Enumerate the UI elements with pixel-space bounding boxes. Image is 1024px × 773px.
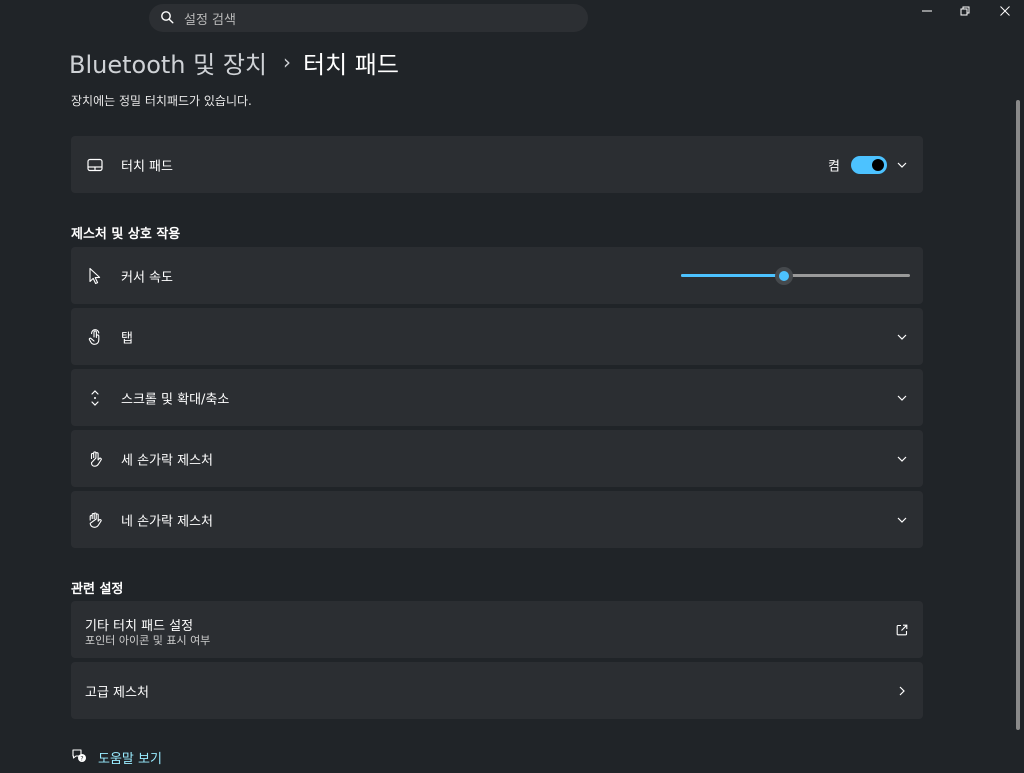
chevron-down-icon[interactable] <box>895 391 909 405</box>
four-finger-card[interactable]: 네 손가락 제스처 <box>71 491 923 548</box>
breadcrumb-parent-link[interactable]: Bluetooth 및 장치 <box>69 45 267 80</box>
other-settings-subtitle: 포인터 아이콘 및 표시 여부 <box>85 634 211 647</box>
help-chat-icon: ? <box>71 747 87 767</box>
touchpad-label: 터치 패드 <box>121 159 173 174</box>
scroll-zoom-card[interactable]: 스크롤 및 확대/축소 <box>71 369 923 426</box>
tap-icon <box>85 327 105 347</box>
search-box[interactable]: 설정 검색 <box>149 4 588 32</box>
minimize-icon <box>922 10 932 12</box>
slider-thumb[interactable] <box>775 266 794 285</box>
advanced-gestures-card[interactable]: 고급 제스처 <box>71 662 923 719</box>
chevron-down-icon[interactable] <box>895 330 909 344</box>
restore-button[interactable] <box>946 0 984 22</box>
svg-text:?: ? <box>80 755 83 762</box>
toggle-knob <box>872 158 884 171</box>
cursor-speed-slider[interactable] <box>681 266 910 286</box>
scroll-zoom-label: 스크롤 및 확대/축소 <box>121 392 230 407</box>
cursor-icon <box>85 266 105 286</box>
tap-card[interactable]: 탭 <box>71 308 923 365</box>
hand-icon <box>85 449 105 469</box>
help-link[interactable]: ? 도움말 보기 <box>71 747 162 767</box>
touchpad-card[interactable]: 터치 패드 켬 <box>71 136 923 193</box>
cursor-speed-label: 커서 속도 <box>121 270 173 285</box>
minimize-button[interactable] <box>908 0 946 22</box>
close-button[interactable] <box>986 0 1024 22</box>
tap-label: 탭 <box>121 331 133 346</box>
breadcrumb: Bluetooth 및 장치 › 터치 패드 <box>69 44 399 80</box>
three-finger-label: 세 손가락 제스처 <box>121 453 213 468</box>
four-finger-label: 네 손가락 제스처 <box>121 514 213 529</box>
search-placeholder: 설정 검색 <box>184 12 236 28</box>
slider-thumb-dot <box>779 270 790 281</box>
chevron-right-icon[interactable] <box>895 684 909 698</box>
hand-icon <box>85 510 105 530</box>
other-touchpad-settings-card[interactable]: 기타 터치 패드 설정 포인터 아이콘 및 표시 여부 <box>71 601 923 658</box>
scroll-icon <box>85 388 105 408</box>
section-title-gestures: 제스처 및 상호 작용 <box>71 227 181 242</box>
advanced-gestures-label: 고급 제스처 <box>85 685 149 700</box>
chevron-down-icon[interactable] <box>895 452 909 466</box>
restore-icon <box>960 6 970 16</box>
chevron-down-icon[interactable] <box>895 158 909 172</box>
slider-fill <box>681 273 785 277</box>
page-description: 장치에는 정밀 터치패드가 있습니다. <box>71 94 252 108</box>
chevron-down-icon[interactable] <box>895 513 909 527</box>
touchpad-toggle[interactable] <box>851 155 887 174</box>
touchpad-icon <box>85 155 105 175</box>
settings-window: 설정 검색 Bluetooth 및 장치 › 터치 패드 장치에는 정밀 터치패… <box>0 0 1024 773</box>
page-title: 터치 패드 <box>303 50 399 79</box>
search-icon <box>160 9 174 28</box>
three-finger-card[interactable]: 세 손가락 제스처 <box>71 430 923 487</box>
section-title-related: 관련 설정 <box>71 582 124 597</box>
breadcrumb-separator: › <box>283 50 292 74</box>
scrollbar[interactable] <box>1016 100 1020 730</box>
open-external-icon[interactable] <box>895 623 909 637</box>
help-label: 도움말 보기 <box>98 751 162 767</box>
cursor-speed-card: 커서 속도 <box>71 247 923 304</box>
toggle-state-label: 켬 <box>828 159 840 174</box>
close-icon <box>1000 6 1010 16</box>
